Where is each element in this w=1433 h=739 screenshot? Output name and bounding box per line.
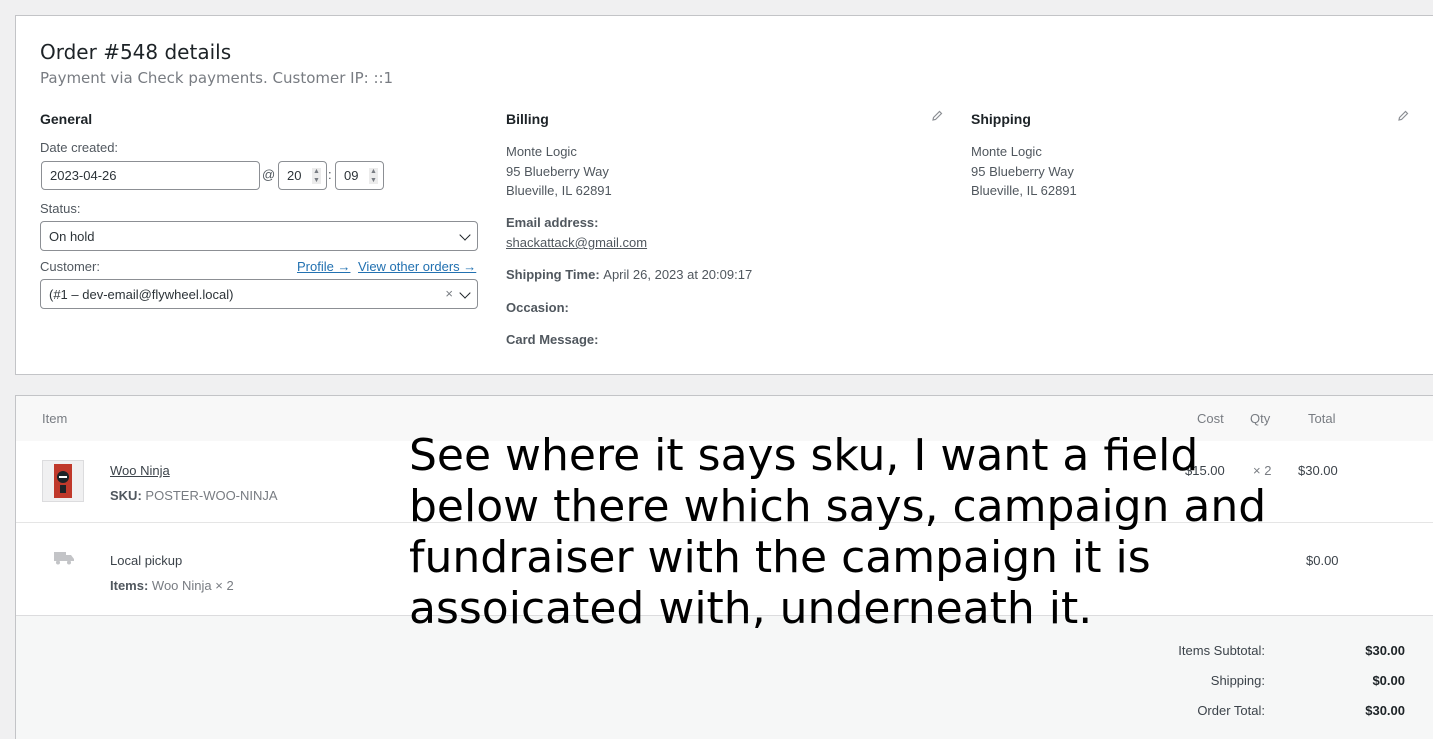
pencil-icon[interactable] — [1397, 110, 1409, 122]
customer-label: Customer: — [40, 259, 100, 274]
minute-value: 09 — [344, 168, 358, 183]
annotation-text: See where it says sku, I want a field be… — [409, 430, 1267, 634]
sku-label: SKU: — [110, 488, 142, 503]
shipping-items-label: Items: — [110, 578, 149, 593]
status-select[interactable]: On hold — [40, 221, 478, 251]
shipping-city: Blueville, IL 62891 — [971, 183, 1077, 198]
status-value: On hold — [49, 228, 95, 244]
truck-icon — [54, 552, 74, 565]
clear-customer-icon[interactable]: × — [445, 286, 453, 301]
hour-value: 20 — [287, 168, 302, 183]
time-colon: : — [328, 167, 332, 182]
chevron-down-icon — [459, 229, 471, 241]
spinner-icon[interactable]: ▲ ▼ — [312, 168, 321, 184]
product-sku: SKU: POSTER-WOO-NINJA — [110, 488, 278, 503]
shipping-total-label: Shipping: — [1210, 673, 1265, 688]
billing-city: Blueville, IL 62891 — [506, 183, 612, 198]
shipping-line-total: $0.00 — [1306, 553, 1339, 568]
page-title: Order #548 details — [40, 40, 232, 64]
order-total-label: Order Total: — [1197, 703, 1265, 718]
billing-street: 95 Blueberry Way — [506, 163, 609, 179]
qty-column-header: Qty — [1250, 411, 1271, 426]
pencil-icon[interactable] — [931, 110, 943, 122]
shipping-street: 95 Blueberry Way — [971, 163, 1074, 179]
hour-input[interactable]: 20 ▲ ▼ — [278, 161, 327, 190]
card-message-label: Card Message: — [506, 332, 599, 347]
shipping-time-label: Shipping Time: — [506, 267, 600, 282]
status-label: Status: — [40, 201, 81, 216]
shipping-time-field: Shipping Time: April 26, 2023 at 20:09:1… — [506, 267, 752, 282]
customer-select[interactable]: (#1 – dev-email@flywheel.local) × — [40, 279, 478, 309]
order-details-panel: Order #548 details Payment via Check pay… — [15, 15, 1433, 375]
shipping-items: Items: Woo Ninja × 2 — [110, 578, 234, 593]
date-created-label: Date created: — [40, 140, 119, 155]
billing-heading: Billing — [506, 111, 549, 127]
product-total: $30.00 — [1298, 463, 1338, 478]
shipping-heading: Shipping — [971, 111, 1031, 127]
items-subtotal-label: Items Subtotal: — [1178, 643, 1265, 658]
at-sign: @ — [262, 167, 276, 182]
shipping-items-value: Woo Ninja × 2 — [151, 578, 234, 593]
items-subtotal-value: $30.00 — [1365, 643, 1405, 658]
chevron-down-icon — [459, 287, 471, 299]
shipping-total-value: $0.00 — [1372, 673, 1405, 688]
item-column-header: Item — [42, 411, 68, 426]
shipping-address: Monte Logic 95 Blueberry Way Blueville, … — [971, 142, 1077, 201]
payment-subtitle: Payment via Check payments. Customer IP:… — [40, 69, 394, 87]
sku-value: POSTER-WOO-NINJA — [145, 488, 278, 503]
profile-link[interactable]: Profile → — [297, 259, 350, 274]
product-thumbnail[interactable] — [42, 460, 84, 502]
minute-input[interactable]: 09 ▲ ▼ — [335, 161, 384, 190]
product-name-link[interactable]: Woo Ninja — [110, 463, 170, 478]
occasion-label: Occasion: — [506, 300, 569, 315]
spinner-icon[interactable]: ▲ ▼ — [369, 168, 378, 184]
shipping-name: Monte Logic — [971, 144, 1042, 159]
shipping-method-name: Local pickup — [110, 553, 183, 568]
customer-value: (#1 – dev-email@flywheel.local) — [49, 286, 234, 302]
billing-address: Monte Logic 95 Blueberry Way Blueville, … — [506, 142, 612, 201]
order-total-value: $30.00 — [1365, 703, 1405, 718]
cost-column-header: Cost — [1197, 411, 1224, 426]
email-link[interactable]: shackattack@gmail.com — [506, 233, 647, 253]
date-created-input[interactable]: 2023-04-26 — [41, 161, 260, 190]
shipping-time-value: April 26, 2023 at 20:09:17 — [603, 267, 753, 282]
view-other-orders-link[interactable]: View other orders → — [358, 259, 476, 274]
total-column-header: Total — [1308, 411, 1336, 426]
email-label: Email address: — [506, 215, 599, 230]
billing-name: Monte Logic — [506, 144, 577, 159]
date-value: 2023-04-26 — [50, 168, 117, 183]
general-heading: General — [40, 111, 93, 127]
